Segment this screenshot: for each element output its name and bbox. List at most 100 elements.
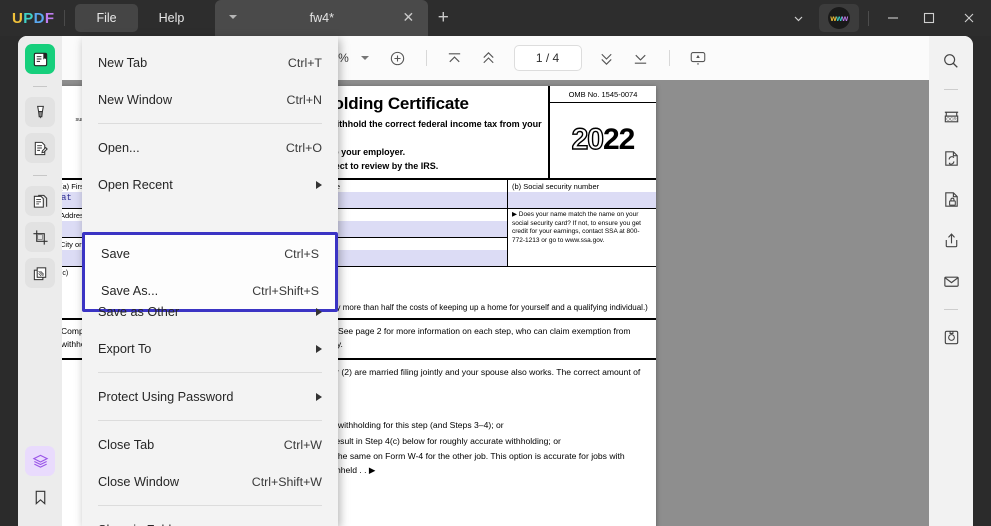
page-indicator[interactable]: 1 / 4 <box>514 45 582 71</box>
menu-item-label: Protect Using Password <box>98 390 316 404</box>
menu-help[interactable]: Help <box>138 4 206 32</box>
tab-fw4[interactable]: fw4* ✕ <box>215 0 428 36</box>
presentation-mode-button[interactable] <box>681 43 715 73</box>
tab-caret-down-icon[interactable] <box>229 15 237 19</box>
menu-item-new-window[interactable]: New Window Ctrl+N <box>82 81 338 118</box>
menu-item-shortcut: Ctrl+W <box>284 438 322 452</box>
left-sidebar <box>18 36 62 526</box>
sidebar-separator-2 <box>33 175 47 176</box>
book-icon <box>32 51 49 68</box>
menu-item-label: Open... <box>98 141 286 155</box>
highlighter-icon <box>32 104 49 121</box>
crop-icon <box>32 229 49 246</box>
menu-item-shortcut: Ctrl+S <box>284 247 319 261</box>
menu-separator-3 <box>98 420 322 421</box>
menu-item-label: Save as Other <box>98 305 316 319</box>
menu-file[interactable]: File <box>75 4 137 32</box>
menu-item-protect-using-password[interactable]: Protect Using Password <box>82 378 338 415</box>
submenu-arrow-icon <box>316 345 322 353</box>
last-page-button[interactable] <box>624 43 658 73</box>
w4-year: 2022 <box>550 103 656 178</box>
maximize-button[interactable] <box>911 3 947 33</box>
logo-letter-d: D <box>34 10 45 27</box>
window-controls-divider <box>868 11 869 26</box>
next-page-button[interactable] <box>590 43 624 73</box>
tab-title: fw4* <box>215 11 428 25</box>
sidebar-item-organize-pages[interactable] <box>25 258 55 288</box>
sidebar-item-search[interactable] <box>936 46 966 76</box>
menu-item-open[interactable]: Open... Ctrl+O <box>82 129 338 166</box>
window-controls: www <box>780 0 991 36</box>
logo-letter-f: F <box>45 10 55 27</box>
avatar: www <box>828 7 850 29</box>
sidebar-item-edit-pdf[interactable] <box>25 133 55 163</box>
edit-document-icon <box>32 140 49 157</box>
w4-ssn-value[interactable] <box>508 192 656 208</box>
ocr-icon: OCR <box>942 108 961 127</box>
file-menu-dropdown[interactable]: New Tab Ctrl+T New Window Ctrl+N Open...… <box>82 36 338 526</box>
sidebar-item-convert[interactable] <box>936 143 966 173</box>
menu-item-new-tab[interactable]: New Tab Ctrl+T <box>82 44 338 81</box>
layers-icon <box>32 453 49 470</box>
sidebar-item-protect[interactable] <box>936 184 966 214</box>
menu-item-save[interactable]: Save Ctrl+S <box>85 235 335 272</box>
menu-item-close-tab[interactable]: Close Tab Ctrl+W <box>82 426 338 463</box>
menu-item-label: New Window <box>98 93 287 107</box>
logo-letter-p: P <box>23 10 33 27</box>
right-sidebar: OCR <box>929 36 973 526</box>
submenu-arrow-icon <box>316 181 322 189</box>
w4-ssn-cell: (b) Social security number <box>508 180 656 208</box>
svg-text:OCR: OCR <box>946 116 957 122</box>
sidebar-item-bookmarks[interactable] <box>25 482 55 512</box>
close-button[interactable] <box>947 3 991 33</box>
toolbar-divider-2 <box>669 50 670 66</box>
search-icon <box>942 52 960 70</box>
prev-page-button[interactable] <box>472 43 506 73</box>
first-page-button[interactable] <box>438 43 472 73</box>
sidebar-item-ocr[interactable]: OCR <box>936 102 966 132</box>
sidebar-item-save-compress[interactable] <box>936 322 966 352</box>
right-sidebar-separator-2 <box>944 309 958 310</box>
w4-year-solid: 22 <box>603 123 634 157</box>
next-page-icon <box>598 50 615 67</box>
bookmark-icon <box>32 489 49 506</box>
new-tab-button[interactable]: + <box>428 0 458 36</box>
convert-document-icon <box>942 149 961 168</box>
menu-item-show-in-folder[interactable]: Show in Folder <box>82 511 338 526</box>
menu-item-export-to[interactable]: Export To <box>82 330 338 367</box>
sidebar-item-reader-mode[interactable] <box>25 44 55 74</box>
chevron-down-icon[interactable] <box>780 3 816 33</box>
menu-item-shortcut: Ctrl+O <box>286 141 322 155</box>
presentation-mode-icon <box>689 49 707 67</box>
title-bar: U P D F File Help fw4* ✕ + www <box>0 0 991 36</box>
sidebar-separator-1 <box>33 86 47 87</box>
submenu-arrow-icon <box>316 308 322 316</box>
menu-item-shortcut: Ctrl+Shift+W <box>252 475 322 489</box>
sidebar-item-crop-page[interactable] <box>25 222 55 252</box>
tab-close-icon[interactable]: ✕ <box>400 10 416 26</box>
right-sidebar-separator-1 <box>944 89 958 90</box>
minimize-button[interactable] <box>875 3 911 33</box>
menu-item-open-recent[interactable]: Open Recent <box>82 166 338 203</box>
user-avatar-button[interactable]: www <box>819 4 859 32</box>
envelope-icon <box>942 272 961 291</box>
sidebar-item-ai-assistant[interactable] <box>25 446 55 476</box>
menu-item-label: Close Window <box>98 475 252 489</box>
menu-item-label: New Tab <box>98 56 288 70</box>
w4-year-hollow: 20 <box>572 123 603 157</box>
zoom-in-button[interactable] <box>381 43 415 73</box>
w4-header-right: OMB No. 1545-0074 2022 <box>548 86 656 178</box>
last-page-icon <box>632 50 649 67</box>
avatar-glyph-3: w <box>842 14 848 23</box>
sidebar-item-share[interactable] <box>936 225 966 255</box>
menu-item-save-as-other[interactable]: Save as Other <box>82 293 338 330</box>
floppy-disk-icon <box>942 328 961 347</box>
lock-document-icon <box>942 190 961 209</box>
zoom-dropdown-caret-icon[interactable] <box>361 56 369 60</box>
titlebar-divider <box>64 10 65 26</box>
sidebar-item-email[interactable] <box>936 266 966 296</box>
menu-item-close-window[interactable]: Close Window Ctrl+Shift+W <box>82 463 338 500</box>
sidebar-item-page-tools[interactable] <box>25 186 55 216</box>
sidebar-item-comment-markup[interactable] <box>25 97 55 127</box>
submenu-arrow-icon <box>316 393 322 401</box>
